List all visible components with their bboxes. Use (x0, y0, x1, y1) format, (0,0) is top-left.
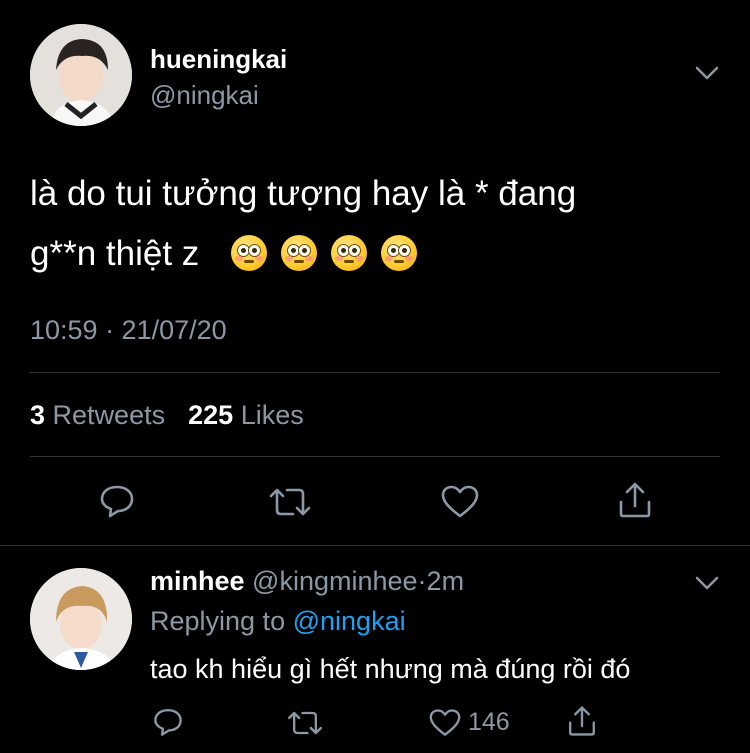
likes-label[interactable]: Likes (241, 400, 304, 430)
heart-icon[interactable] (440, 484, 480, 520)
flushed-face-emoji (330, 235, 367, 271)
heart-icon[interactable] (428, 708, 462, 738)
reply-text: tao kh hiểu gì hết nhưng mà đúng rồi đó (150, 654, 631, 684)
display-name[interactable]: hueningkai (150, 44, 287, 75)
retweet-icon[interactable] (286, 708, 324, 738)
tweet-text-line: g**n thiệt z (30, 234, 200, 273)
share-icon[interactable] (566, 704, 598, 738)
divider (30, 372, 720, 373)
chevron-down-icon[interactable] (694, 574, 720, 592)
reply-header: minhee @kingminhee·2m (150, 566, 464, 597)
flushed-face-emoji (280, 235, 317, 271)
engagement-stats: 3 Retweets 225 Likes (30, 400, 304, 431)
flushed-face-emoji (380, 235, 417, 271)
replying-to: Replying to @ningkai (150, 606, 406, 637)
separator: · (417, 566, 427, 596)
reply-likes-count[interactable]: 146 (468, 708, 510, 737)
chevron-down-icon[interactable] (694, 64, 720, 82)
tweet-text: là do tui tưởng tượng hay là * đang g**n… (30, 164, 730, 284)
replying-to-label: Replying to (150, 606, 286, 636)
tweet-text-line-2: g**n thiệt z (30, 224, 730, 284)
handle[interactable]: @ningkai (150, 80, 259, 111)
handle[interactable]: @kingminhee (252, 566, 418, 596)
retweet-icon[interactable] (268, 484, 312, 520)
share-icon[interactable] (616, 480, 654, 520)
divider (0, 545, 750, 546)
replying-to-handle[interactable]: @ningkai (293, 606, 406, 636)
divider (30, 456, 720, 457)
retweets-count[interactable]: 3 (30, 400, 45, 430)
tweet-text-line: là do tui tưởng tượng hay là * đang (30, 174, 577, 213)
likes-count[interactable]: 225 (188, 400, 233, 430)
reply-icon[interactable] (98, 482, 136, 520)
flushed-face-emoji (230, 235, 267, 271)
relative-time[interactable]: 2m (427, 566, 465, 596)
display-name[interactable]: minhee (150, 566, 245, 596)
avatar[interactable] (30, 24, 132, 126)
reply-icon[interactable] (152, 706, 184, 738)
timestamp[interactable]: 10:59 · 21/07/20 (30, 315, 227, 346)
retweets-label[interactable]: Retweets (53, 400, 166, 430)
avatar[interactable] (30, 568, 132, 670)
